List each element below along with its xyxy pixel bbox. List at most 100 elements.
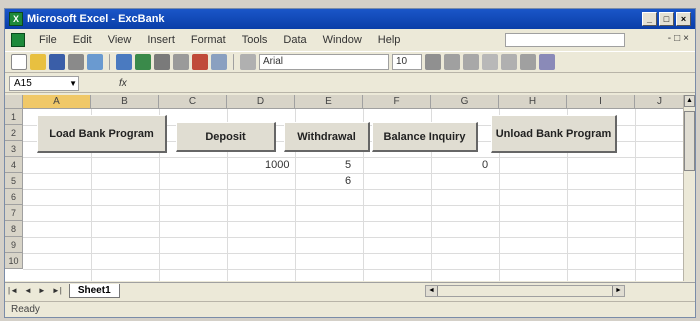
menu-format[interactable]: Format [183,34,234,46]
row-header-1[interactable]: 1 [5,109,23,125]
zoom-icon[interactable] [240,54,256,70]
row-header-10[interactable]: 10 [5,253,23,269]
preview-icon[interactable] [87,54,103,70]
column-header-i[interactable]: I [567,95,635,109]
menu-tools[interactable]: Tools [234,34,276,46]
undo-icon[interactable] [116,54,132,70]
withdrawal-button[interactable]: Withdrawal [284,122,370,152]
gridline [23,189,685,190]
deposit-button[interactable]: Deposit [176,122,276,152]
standard-toolbar: Arial 10 [5,51,695,73]
first-sheet-button[interactable]: |◄ [5,286,21,295]
new-icon[interactable] [11,54,27,70]
column-header-f[interactable]: F [363,95,431,109]
scroll-right-icon[interactable]: ► [612,286,624,296]
menu-insert[interactable]: Insert [139,34,183,46]
gridline [635,109,636,281]
hyperlink-icon[interactable] [135,54,151,70]
align-right-icon[interactable] [520,54,536,70]
scroll-thumb[interactable] [684,111,695,171]
sheet-tab-sheet1[interactable]: Sheet1 [68,283,120,298]
row-header-3[interactable]: 3 [5,141,23,157]
unload-bank-program-button[interactable]: Unload Bank Program [491,115,617,153]
column-header-e[interactable]: E [295,95,363,109]
cell-g4[interactable]: 0 [482,159,488,171]
open-icon[interactable] [30,54,46,70]
workbook-icon[interactable] [11,33,25,47]
horizontal-scrollbar[interactable]: ◄ ► [425,285,625,297]
merge-center-icon[interactable] [539,54,555,70]
doc-minimize-button[interactable]: - [668,33,671,44]
window-controls: _ □ × [642,12,691,26]
window-title: Microsoft Excel - ExcBank [27,13,165,25]
vertical-scrollbar[interactable]: ▲ [683,95,695,281]
sort-icon[interactable] [173,54,189,70]
menu-edit[interactable]: Edit [65,34,100,46]
ask-question-box[interactable] [505,33,625,47]
align-center-icon[interactable] [501,54,517,70]
bold-icon[interactable] [425,54,441,70]
doc-restore-button[interactable]: □ [674,33,680,44]
excel-icon: X [9,12,23,26]
cell-e4[interactable]: 5 [345,159,351,171]
select-all-corner[interactable] [5,95,23,109]
scroll-left-icon[interactable]: ◄ [426,286,438,296]
last-sheet-button[interactable]: ►| [49,286,65,295]
row-header-5[interactable]: 5 [5,173,23,189]
close-button[interactable]: × [676,12,691,26]
gridline [23,205,685,206]
chart-wizard-icon[interactable] [192,54,208,70]
sheet-tab-bar: |◄ ◄ ► ►| Sheet1 ◄ ► [5,282,695,298]
row-header-4[interactable]: 4 [5,157,23,173]
status-bar: Ready [5,301,695,317]
row-header-2[interactable]: 2 [5,125,23,141]
print-icon[interactable] [68,54,84,70]
title-bar: X Microsoft Excel - ExcBank _ □ × [5,9,695,29]
maximize-button[interactable]: □ [659,12,674,26]
underline-icon[interactable] [463,54,479,70]
column-header-a[interactable]: A [23,95,91,109]
column-header-b[interactable]: B [91,95,159,109]
prev-sheet-button[interactable]: ◄ [21,286,35,295]
row-header-9[interactable]: 9 [5,237,23,253]
worksheet-grid[interactable]: A B C D E F G H I J 1 2 3 4 5 6 7 8 9 10 [5,95,685,281]
autosum-icon[interactable] [154,54,170,70]
row-header-6[interactable]: 6 [5,189,23,205]
save-icon[interactable] [49,54,65,70]
menu-view[interactable]: View [100,34,140,46]
menu-window[interactable]: Window [315,34,370,46]
function-icon[interactable]: fx [119,78,127,89]
font-name-select[interactable]: Arial [259,54,389,70]
column-header-j[interactable]: J [635,95,685,109]
menu-help[interactable]: Help [370,34,409,46]
chevron-down-icon[interactable]: ▼ [69,77,77,90]
scroll-up-icon[interactable]: ▲ [684,95,695,107]
toolbar-separator [109,54,110,70]
font-size-select[interactable]: 10 [392,54,422,70]
column-header-g[interactable]: G [431,95,499,109]
toolbar-separator [233,54,234,70]
column-header-h[interactable]: H [499,95,567,109]
menu-data[interactable]: Data [275,34,314,46]
next-sheet-button[interactable]: ► [35,286,49,295]
italic-icon[interactable] [444,54,460,70]
gridline [23,157,685,158]
row-header-8[interactable]: 8 [5,221,23,237]
load-bank-program-button[interactable]: Load Bank Program [37,115,167,153]
status-text: Ready [11,304,40,315]
document-controls: - □ × [668,33,689,44]
row-header-7[interactable]: 7 [5,205,23,221]
doc-close-button[interactable]: × [683,33,689,44]
align-left-icon[interactable] [482,54,498,70]
balance-inquiry-button[interactable]: Balance Inquiry [372,122,478,152]
name-box[interactable]: A15 ▼ [9,76,79,91]
excel-window: X Microsoft Excel - ExcBank _ □ × File E… [4,8,696,318]
column-header-d[interactable]: D [227,95,295,109]
column-header-c[interactable]: C [159,95,227,109]
minimize-button[interactable]: _ [642,12,657,26]
cell-e5[interactable]: 6 [345,175,351,187]
menu-file[interactable]: File [31,34,65,46]
name-box-value: A15 [14,78,32,89]
cell-d4[interactable]: 1000 [265,159,289,171]
drawing-icon[interactable] [211,54,227,70]
